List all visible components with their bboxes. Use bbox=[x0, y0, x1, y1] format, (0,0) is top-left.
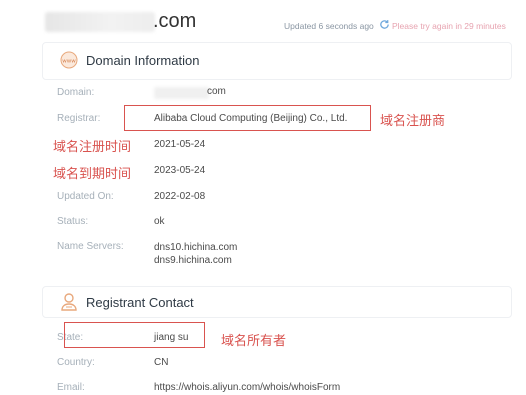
country-value: CN bbox=[154, 357, 169, 368]
domain-title: .com bbox=[153, 10, 197, 32]
country-label: Country: bbox=[57, 357, 95, 368]
top-bar: .com Updated 6 seconds ago Please try ag… bbox=[0, 0, 526, 42]
name-servers-label: Name Servers: bbox=[57, 241, 124, 252]
registration-time-annotation: 域名注册时间 bbox=[53, 139, 132, 154]
blurred-domain-name bbox=[45, 12, 155, 32]
svg-text:www: www bbox=[62, 59, 76, 65]
domain-value: com bbox=[207, 86, 226, 97]
email-label: Email: bbox=[57, 382, 85, 393]
domain-information-card: www Domain Information bbox=[42, 42, 512, 80]
registrar-label: Registrar: bbox=[57, 113, 101, 124]
updated-timestamp: Updated 6 seconds ago bbox=[284, 21, 374, 31]
person-icon bbox=[61, 293, 77, 311]
expiration-time-annotation: 域名到期时间 bbox=[53, 166, 132, 181]
status-label: Status: bbox=[57, 216, 89, 227]
registered-value: 2021-05-24 bbox=[154, 139, 206, 150]
domain-label: Domain: bbox=[57, 87, 95, 98]
state-highlight-box bbox=[64, 322, 205, 348]
name-server-item: dns10.hichina.com bbox=[154, 242, 238, 253]
expires-value: 2023-05-24 bbox=[154, 165, 206, 176]
name-server-item: dns9.hichina.com bbox=[154, 255, 232, 266]
owner-annotation: 域名所有者 bbox=[221, 333, 287, 348]
www-globe-icon: www bbox=[60, 51, 78, 69]
status-value: ok bbox=[154, 216, 165, 227]
name-servers-value: dns10.hichina.com dns9.hichina.com bbox=[154, 241, 237, 267]
blurred-domain-value bbox=[154, 87, 209, 99]
registrant-contact-title: Registrant Contact bbox=[86, 295, 194, 310]
updated-on-label: Updated On: bbox=[57, 191, 114, 202]
email-value[interactable]: https://whois.aliyun.com/whois/whoisForm bbox=[154, 382, 340, 393]
refresh-icon[interactable] bbox=[379, 19, 390, 30]
registrar-annotation: 域名注册商 bbox=[380, 113, 446, 128]
updated-on-value: 2022-02-08 bbox=[154, 191, 206, 202]
registrant-contact-card: Registrant Contact bbox=[42, 286, 512, 318]
registrar-highlight-box bbox=[124, 105, 371, 131]
retry-notice: Please try again in 29 minutes bbox=[392, 21, 506, 31]
domain-information-title: Domain Information bbox=[86, 53, 200, 68]
